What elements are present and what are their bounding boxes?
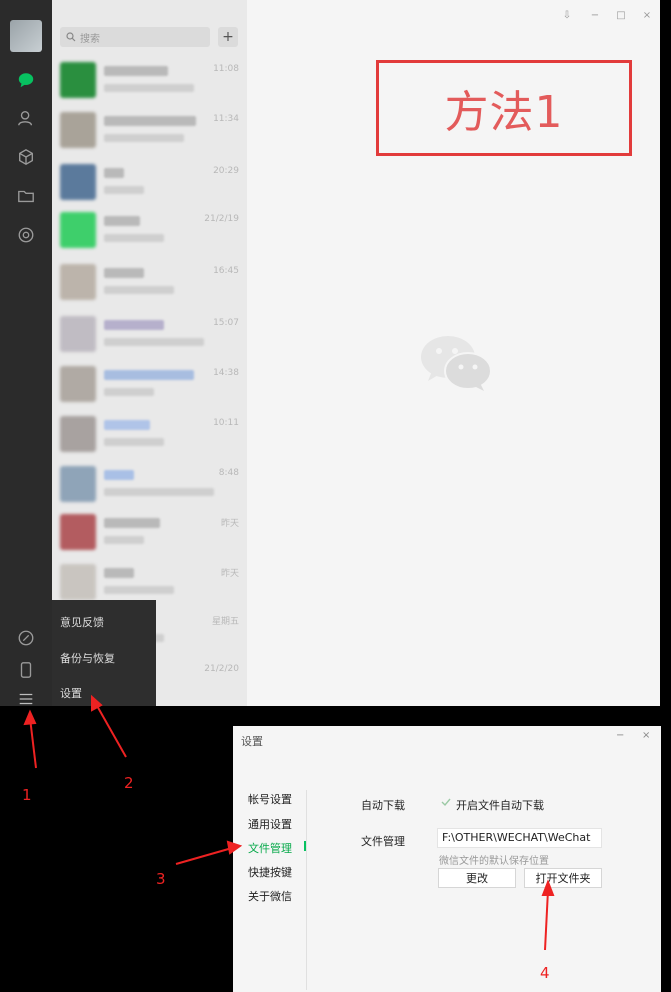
chat-time: 10:11 [213, 418, 239, 428]
chat-time: 16:45 [213, 266, 239, 276]
step-number-3: 3 [156, 870, 166, 888]
files-icon[interactable] [16, 186, 36, 206]
chat-time: 15:07 [213, 318, 239, 328]
chat-time: 21/2/20 [204, 664, 239, 674]
menu-item-feedback[interactable]: 意见反馈 [60, 614, 104, 630]
save-path-field[interactable]: F:\OTHER\WECHAT\WeChat [437, 828, 602, 848]
phone-icon[interactable] [16, 660, 36, 680]
maximize-button[interactable]: □ [615, 10, 627, 21]
avatar[interactable] [10, 20, 42, 52]
settings-tab-account[interactable]: 帐号设置 [248, 791, 292, 807]
chat-time: 昨天 [220, 519, 239, 529]
menu-item-settings[interactable]: 设置 [60, 685, 82, 701]
chat-list-item[interactable]: 11:34 [52, 106, 247, 156]
auto-download-option[interactable]: 开启文件自动下载 [456, 797, 544, 813]
settings-close-button[interactable]: × [642, 730, 650, 741]
wechat-logo-icon [421, 336, 492, 391]
moments-icon[interactable] [16, 225, 36, 245]
chat-time: 14:38 [213, 368, 239, 378]
chat-list-item[interactable]: 16:45 [52, 258, 247, 308]
chat-time: 21/2/19 [204, 214, 239, 224]
chat-time: 20:29 [213, 166, 239, 176]
open-folder-button[interactable]: 打开文件夹 [524, 868, 602, 888]
chat-list-item[interactable]: 21/2/19 [52, 206, 247, 256]
chat-icon[interactable] [16, 70, 36, 90]
minimize-button[interactable]: − [589, 10, 601, 21]
chat-time: 8:48 [218, 468, 239, 478]
settings-minimize-button[interactable]: − [616, 730, 624, 741]
chat-list-item[interactable]: 10:11 [52, 410, 247, 460]
annotation-title: 方法1 [444, 87, 564, 138]
chat-list-item[interactable]: 14:38 [52, 360, 247, 410]
chat-time: 昨天 [220, 569, 239, 579]
search-icon [66, 32, 76, 42]
chat-list-item[interactable]: 20:29 [52, 158, 247, 208]
settings-tab-about[interactable]: 关于微信 [248, 888, 292, 904]
step-number-4: 4 [540, 964, 550, 982]
check-icon[interactable] [440, 796, 452, 808]
step-number-2: 2 [124, 774, 134, 792]
chat-time: 11:34 [213, 114, 239, 124]
step-number-1: 1 [22, 786, 32, 804]
chat-time: 11:08 [213, 64, 239, 74]
file-management-label: 文件管理 [361, 835, 405, 848]
settings-title: 设置 [241, 735, 263, 748]
search-input[interactable]: 搜索 [60, 27, 210, 47]
miniprogram-icon[interactable] [16, 628, 36, 648]
menu-item-backup[interactable]: 备份与恢复 [60, 650, 115, 666]
save-path-hint: 微信文件的默认保存位置 [439, 856, 549, 867]
add-chat-button[interactable]: + [218, 27, 238, 47]
settings-popup-menu: 意见反馈 备份与恢复 设置 [52, 600, 156, 706]
favorites-icon[interactable] [16, 147, 36, 167]
chat-list-item[interactable]: 15:07 [52, 310, 247, 360]
settings-tab-shortcuts[interactable]: 快捷按键 [248, 864, 292, 880]
settings-tab-general[interactable]: 通用设置 [248, 816, 292, 832]
chat-list-item[interactable]: 8:48 [52, 460, 247, 510]
close-button[interactable]: × [641, 10, 653, 21]
change-path-button[interactable]: 更改 [438, 868, 516, 888]
pin-button[interactable]: ⇩ [561, 10, 573, 21]
chat-time: 星期五 [211, 617, 239, 627]
search-placeholder: 搜索 [80, 33, 100, 45]
frame-border [0, 706, 671, 726]
annotation-box: 方法1 [376, 60, 632, 156]
contacts-icon[interactable] [16, 108, 36, 128]
chat-list-item[interactable]: 11:08 [52, 56, 247, 106]
settings-divider [306, 790, 307, 990]
wechat-sidebar [0, 0, 52, 720]
settings-tab-file-management[interactable]: 文件管理 [248, 840, 292, 856]
chat-list-item[interactable]: 昨天 [52, 508, 247, 558]
frame-border [660, 0, 671, 720]
auto-download-label: 自动下载 [361, 799, 405, 812]
